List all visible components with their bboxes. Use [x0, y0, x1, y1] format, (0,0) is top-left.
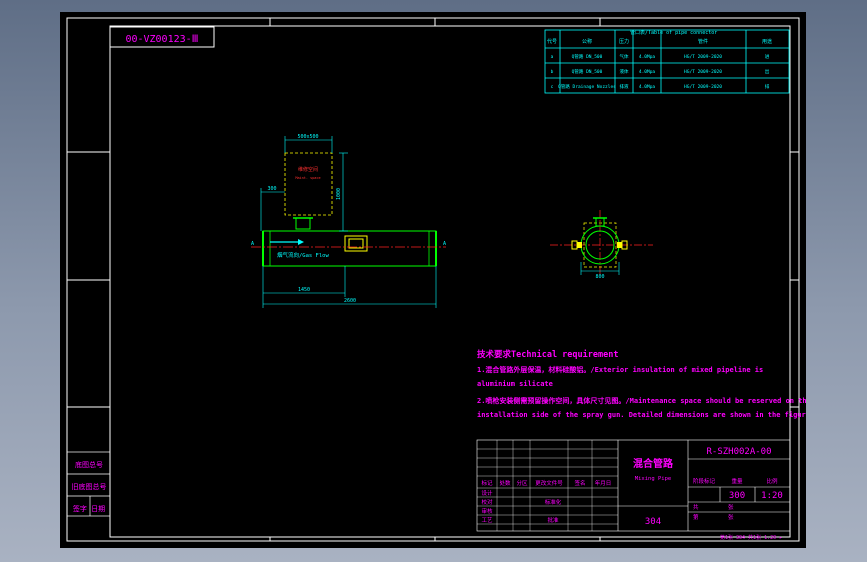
section-right-port [617, 242, 622, 248]
nozzle-row-b-standard: HG/T 2009-2020 [684, 69, 722, 75]
nozzle-row-c-pressure: 4.0Mpa [639, 84, 656, 90]
label-sheets: 张 [728, 503, 734, 511]
nozzle-row-b-pressure: 4.0Mpa [639, 69, 656, 75]
nozzle-row-a-pressure: 4.0Mpa [639, 54, 656, 60]
dim-height: 1000 [336, 188, 342, 200]
nozzle-row-a-standard: HG/T 2009-2020 [684, 54, 722, 60]
drawing-part-number: R-SZH002A-00 [706, 447, 771, 457]
nozzle-row-c-medium: 排液 [620, 83, 629, 90]
footer-note: 第1张 304 共1张 1.20 ▸ [720, 534, 782, 541]
flow-arrowhead [298, 239, 304, 245]
elevation-view: 维修空间 Maint. space 烟气流向/Gas Flow A A 500x… [251, 134, 446, 308]
role-standard: 标准化 [545, 498, 562, 506]
scale-value: 1:20 [761, 491, 783, 501]
section-view: 800 [550, 210, 653, 280]
section-dim-width: 800 [595, 274, 604, 280]
end-a-label: A [251, 241, 254, 247]
nozzle-row-c-dn: Q管路 Drainage Nozzles [558, 83, 616, 90]
nozzle-header-dn: 公称 [582, 38, 592, 45]
role-review: 审核 [481, 507, 493, 515]
stamp-base-drawing: 底图总号 [75, 460, 103, 469]
spray-gun-port [344, 235, 368, 252]
col-count: 处数 [499, 479, 511, 487]
end-b-label: A [443, 241, 446, 247]
tech-req-line-2: aluminium silicate [477, 380, 553, 388]
nozzle-row-b-medium: 液体 [620, 68, 629, 75]
sheet-count-value: 300 [729, 491, 745, 501]
label-total: 共 [693, 503, 699, 511]
outer-border [66, 17, 800, 542]
col-mark: 标记 [481, 479, 493, 487]
stamp-sign-date: 签字 日期 [73, 504, 105, 513]
dim-top-width: 500x500 [297, 134, 318, 140]
elevation-dimensions [260, 136, 437, 308]
nozzle-row-c-standard: HG/T 2009-2020 [684, 84, 722, 90]
dim-stub: 300 [267, 186, 276, 192]
label-scale: 比例 [766, 477, 778, 485]
tech-req-line-4: installation side of the spray gun. Deta… [477, 411, 806, 419]
nozzle-row-c-use: 排 [765, 83, 770, 90]
title-block-col-labels: 标记 处数 分区 更改文件号 签名 年月日 [481, 479, 611, 487]
flow-label: 烟气流向/Gas Flow [277, 251, 329, 259]
nozzle-row-a-use: 进 [765, 53, 770, 60]
title-block-roles: 设计 校对 审核 工艺 标准化 批准 [481, 489, 561, 524]
nozzle-row-a-dn: Q管路 DN_500 [572, 53, 603, 60]
dim-total: 2600 [344, 298, 356, 304]
section-left-port [577, 242, 582, 248]
drawing-sheet: 00-VZ00123-Ⅲ 管口表/Table of pipe connector… [60, 12, 806, 548]
dim-left: 1450 [298, 287, 310, 293]
nozzle-header-fitting: 管件 [698, 38, 708, 45]
maintenance-sublabel: Maint. space [295, 176, 320, 180]
label-stage-mark: 阶段标记 [693, 477, 716, 485]
drawing-title-cn: 混合管路 [633, 457, 674, 470]
drawing-title-en: Mixing Pipe [635, 476, 671, 482]
label-sheet-no: 第 [693, 513, 699, 521]
maintenance-space [284, 152, 333, 216]
top-nozzle [295, 217, 311, 230]
title-block: 标记 处数 分区 更改文件号 签名 年月日 设计 校对 审核 工艺 标准化 批准… [476, 439, 791, 541]
tech-req-heading: 技术要求Technical requirement [477, 349, 618, 360]
nozzle-row-c-code: c [551, 85, 554, 90]
drawing-material: 304 [645, 517, 661, 527]
maintenance-label: 维修空间 [298, 166, 318, 173]
nozzle-table-rows: a Q管路 DN_500 气体 4.0Mpa HG/T 2009-2020 进 … [551, 53, 770, 90]
role-process: 工艺 [481, 517, 493, 524]
col-change-doc: 更改文件号 [535, 479, 563, 487]
technical-requirements: 技术要求Technical requirement 1.混合管路外层保温，材料硅… [477, 349, 806, 419]
nozzle-row-b-dn: Q管路 DN_500 [572, 68, 603, 75]
ref-code: 00-VZ00123-Ⅲ [125, 34, 198, 45]
label-weight: 重量 [731, 477, 743, 485]
tech-req-line-1: 1.混合管路外层保温，材料硅酸铝。/Exterior insulation of… [477, 365, 763, 374]
stamp-old-drawing: 旧底图总号 [72, 482, 107, 491]
nozzle-row-b-use: 出 [765, 68, 770, 75]
role-check: 校对 [481, 498, 493, 506]
role-approve: 批准 [547, 516, 559, 524]
label-sheet: 张 [728, 513, 734, 521]
nozzle-header-code: 代号 [547, 38, 557, 45]
nozzle-table-header: 代号 公称 压力 管件 用途 [547, 38, 772, 45]
zone-ticks [67, 18, 799, 541]
col-date: 年月日 [595, 479, 612, 487]
col-zone: 分区 [516, 479, 528, 487]
cad-drawing: 00-VZ00123-Ⅲ 管口表/Table of pipe connector… [66, 17, 806, 542]
left-stamp-block: 底图总号 旧底图总号 签字 日期 [66, 451, 111, 517]
tech-req-line-3: 2.喷枪安装侧需预留操作空间，具体尺寸见图。/Maintenance space… [477, 396, 806, 405]
nozzle-header-pressure: 压力 [619, 38, 629, 45]
nozzle-table-caption: 管口表/Table of pipe connector [630, 29, 717, 36]
nozzle-header-use: 用途 [762, 38, 772, 45]
nozzle-row-b-code: b [551, 69, 554, 75]
nozzle-row-a-code: a [551, 55, 554, 60]
col-signature: 签名 [574, 479, 585, 487]
nozzle-row-a-medium: 气体 [620, 53, 629, 60]
role-design: 设计 [481, 489, 493, 497]
